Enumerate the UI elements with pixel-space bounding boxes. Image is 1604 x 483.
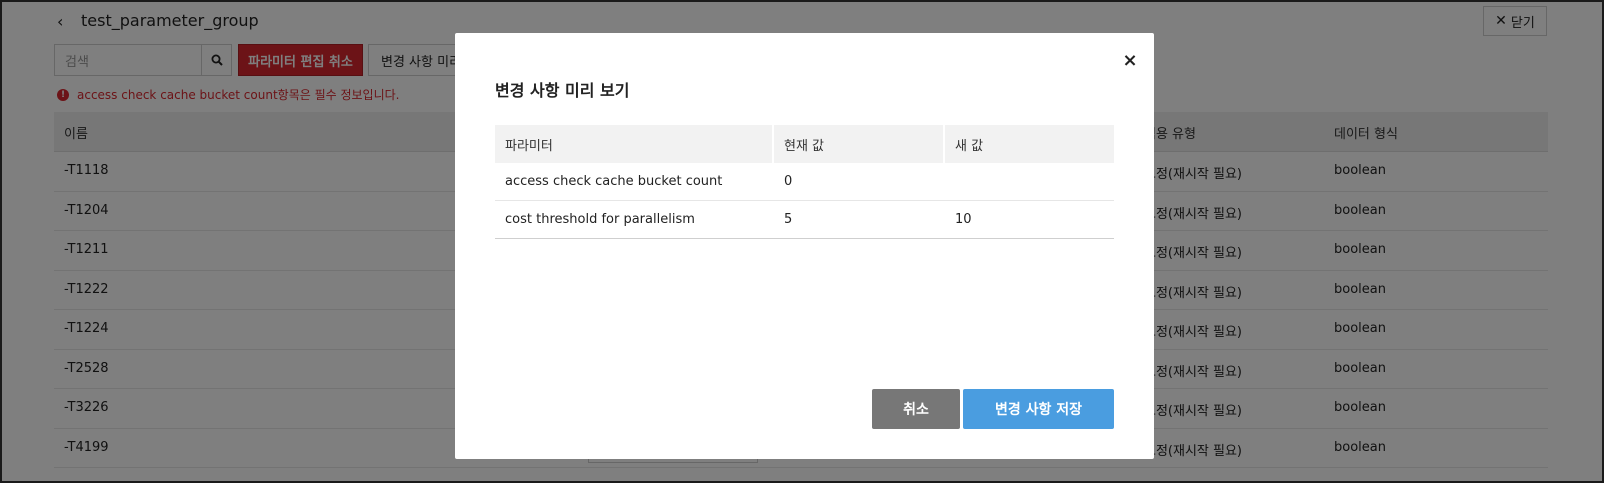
cell-current-value: 0: [784, 174, 793, 189]
close-icon[interactable]: ×: [1120, 51, 1140, 71]
changes-table-header: 파라미터 현재 값 새 값: [495, 125, 1114, 163]
cell-new-value: [945, 163, 1114, 200]
cell-new-value: 10: [955, 212, 972, 227]
screen-frame: ‹ test_parameter_group ✕ 닫기 검색 파라미터 편집 취…: [0, 0, 1604, 483]
save-changes-button[interactable]: 변경 사항 저장: [963, 389, 1114, 429]
table-row: cost threshold for parallelism 5 10: [495, 201, 1114, 239]
header-new-value: 새 값: [955, 138, 984, 154]
changes-table: 파라미터 현재 값 새 값 access check cache bucket …: [495, 125, 1114, 239]
table-row: access check cache bucket count 0: [495, 163, 1114, 201]
preview-changes-modal: × 변경 사항 미리 보기 파라미터 현재 값 새 값 access check…: [455, 33, 1154, 459]
cancel-button[interactable]: 취소: [872, 389, 960, 429]
cell-parameter: cost threshold for parallelism: [495, 201, 774, 238]
cell-current-value: 5: [784, 212, 793, 227]
header-current-value: 현재 값: [774, 125, 945, 163]
cell-parameter: access check cache bucket count: [495, 163, 774, 200]
header-parameter: 파라미터: [495, 125, 774, 163]
modal-title: 변경 사항 미리 보기: [495, 81, 630, 100]
